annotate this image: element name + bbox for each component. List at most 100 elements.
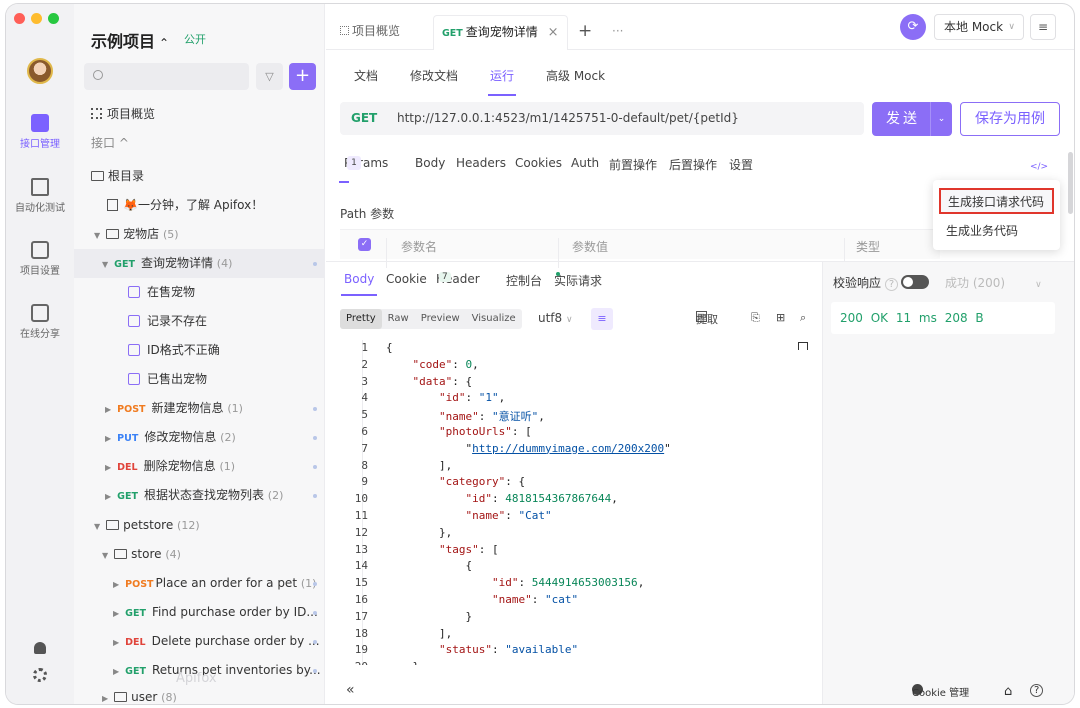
tab-cookies[interactable]: Cookies [515,156,562,170]
tab-api-detail[interactable]: GET 查询宠物详情 × [433,15,568,50]
project-switcher[interactable]: 示例项目 ⌃ [91,28,169,52]
tree-folder-petshop[interactable]: ▼ 宠物店 (5) [74,220,325,249]
tree-api[interactable]: ▶ DEL Delete purchase order by ... [74,627,325,656]
tab-overview[interactable]: 项目概览 [340,15,400,50]
minimize-window-button[interactable] [31,13,42,24]
method-badge: POST [125,579,154,590]
caret-right-icon: ▶ [113,580,120,589]
send-button[interactable]: 发送 ⌄ [872,102,952,136]
subtab-edit-doc[interactable]: 修改文档 [410,67,458,84]
tree-api[interactable]: ▶ POST 新建宠物信息 (1) [74,394,325,423]
subtab-advanced-mock[interactable]: 高级 Mock [546,67,605,84]
tree-item-root[interactable]: 根目录 [74,162,325,191]
sync-icon[interactable]: ⟳ [900,14,926,40]
menu-icon[interactable]: ≡ [1030,14,1056,40]
new-tab-button[interactable]: + [578,15,592,50]
tab-auth[interactable]: Auth [571,156,599,170]
zoom-window-button[interactable] [48,13,59,24]
scrollbar[interactable] [1068,152,1073,214]
line-number: 6 [361,425,368,438]
response-code-view[interactable]: 1 {2 "code": 0, 3 "data": {4 "id": "1", 5 "… [342,340,816,665]
search-icon[interactable]: ⌕ [800,311,806,325]
close-tab-icon[interactable]: × [548,25,559,40]
tab-pre-ops[interactable]: 前置操作 [609,156,657,173]
tab-response-body[interactable]: Body [340,272,378,296]
collapse-panel-icon[interactable]: « [346,682,355,698]
method-select[interactable]: GET [351,102,377,135]
tree-folder-user[interactable]: ▶ user (8) [74,685,325,704]
tab-body[interactable]: Body [415,156,445,170]
view-mode-visualize[interactable]: Visualize [466,309,522,329]
visibility-badge: 公开 [184,33,206,46]
close-window-button[interactable] [14,13,25,24]
expected-response-select[interactable]: 成功 (200) ∨ [945,274,1042,291]
tree-folder-petstore[interactable]: ▼ petstore (12) [74,511,325,540]
tree-api[interactable]: ▶ GET 根据状态查找宠物列表 (2) [74,481,325,510]
app-window: 接口管理 自动化测试 项目设置 在线分享 示例项目⌃ 公开 ▽ + 项目概览 [6,4,1074,704]
tree-api-selected[interactable]: ▼ GET 查询宠物详情 (4) [74,249,325,278]
tree-case[interactable]: ID格式不正确 [74,336,325,365]
tree-item-count: (5) [163,228,179,241]
tab-post-ops[interactable]: 后置操作 [669,156,717,173]
layers-icon [31,178,49,196]
view-mode-raw[interactable]: Raw [382,309,415,329]
view-mode-preview[interactable]: Preview [415,309,466,329]
gear-icon[interactable] [33,668,47,682]
count-badge: 1 [347,156,361,170]
bell-icon[interactable] [34,642,46,654]
tree-item-overview[interactable]: 项目概览 [74,100,325,129]
encoding-select[interactable]: utf8 ∨ [538,311,573,325]
chevron-down-icon[interactable]: ⌄ [930,102,952,136]
rail-item-api-management[interactable]: 接口管理 [6,114,74,150]
subtab-doc[interactable]: 文档 [354,67,378,84]
environment-select[interactable]: 本地 Mock ∨ [934,14,1024,40]
tree-item-intro-doc[interactable]: 🦊一分钟，了解 Apifox！ [74,191,325,220]
help-icon[interactable]: ? [884,278,899,291]
menu-item-generate-request-code[interactable]: 生成接口请求代码 [939,188,1054,214]
validate-toggle[interactable] [901,275,929,289]
more-tabs-button[interactable]: ··· [612,15,623,50]
tree-api[interactable]: ▶ PUT 修改宠物信息 (2) [74,423,325,452]
filter-button[interactable]: ▽ [256,63,283,90]
view-mode-pretty[interactable]: Pretty [340,309,382,329]
rail-item-settings[interactable]: 项目设置 [6,241,74,277]
tree-folder-store[interactable]: ▼ store (4) [74,540,325,569]
select-all-checkbox[interactable]: ✓ [358,238,371,251]
tree-case[interactable]: 在售宠物 [74,278,325,307]
tab-settings[interactable]: 设置 [729,156,753,173]
tree-api[interactable]: ▶ POST Place an order for a pet (1) [74,569,325,598]
search-input[interactable] [84,63,249,90]
tree-api[interactable]: ▶ DEL 删除宠物信息 (1) [74,452,325,481]
status-dot [313,465,317,469]
shirt-icon[interactable]: ⌂ [1004,684,1012,699]
tree-case[interactable]: 记录不存在 [74,307,325,336]
tab-response-console[interactable]: 控制台 [506,272,542,289]
url-input[interactable]: GET http://127.0.0.1:4523/m1/1425751-0-d… [340,102,864,135]
line-number: 17 [354,609,368,623]
user-avatar[interactable] [27,58,53,84]
download-icon[interactable]: ⎘ [751,311,760,325]
tree-case[interactable]: 已售出宠物 [74,365,325,394]
tab-headers[interactable]: Headers [456,156,506,170]
tab-response-cookie[interactable]: Cookie [386,272,427,286]
subtab-run[interactable]: 运行 [487,67,517,96]
wrap-lines-icon[interactable]: ≡ [591,308,613,330]
rail-item-share[interactable]: 在线分享 [6,304,74,340]
copy-icon[interactable]: ⊞ [776,311,785,324]
tree-item-label: user [131,690,158,704]
tree-item-label: 在售宠物 [147,285,196,299]
code-line: "id": "1", [438,391,506,405]
code-icon[interactable]: </> [1027,156,1051,178]
nav-rail: 接口管理 自动化测试 项目设置 在线分享 [6,4,74,704]
tree-api[interactable]: ▶ GET Find purchase order by ID... [74,598,325,627]
tab-label: 实际请求 [554,274,603,288]
rail-item-automation[interactable]: 自动化测试 [6,178,74,214]
status-dot [313,640,317,644]
rail-item-label: 项目设置 [20,266,60,277]
tree-item-label: 记录不存在 [147,314,208,328]
api-section-header[interactable]: 接口 ^ [74,129,325,158]
menu-item-generate-business-code[interactable]: 生成业务代码 [939,219,1054,245]
code-scrollbar[interactable] [798,342,808,350]
add-button[interactable]: + [289,63,316,90]
save-as-case-button[interactable]: 保存为用例 [960,102,1060,136]
